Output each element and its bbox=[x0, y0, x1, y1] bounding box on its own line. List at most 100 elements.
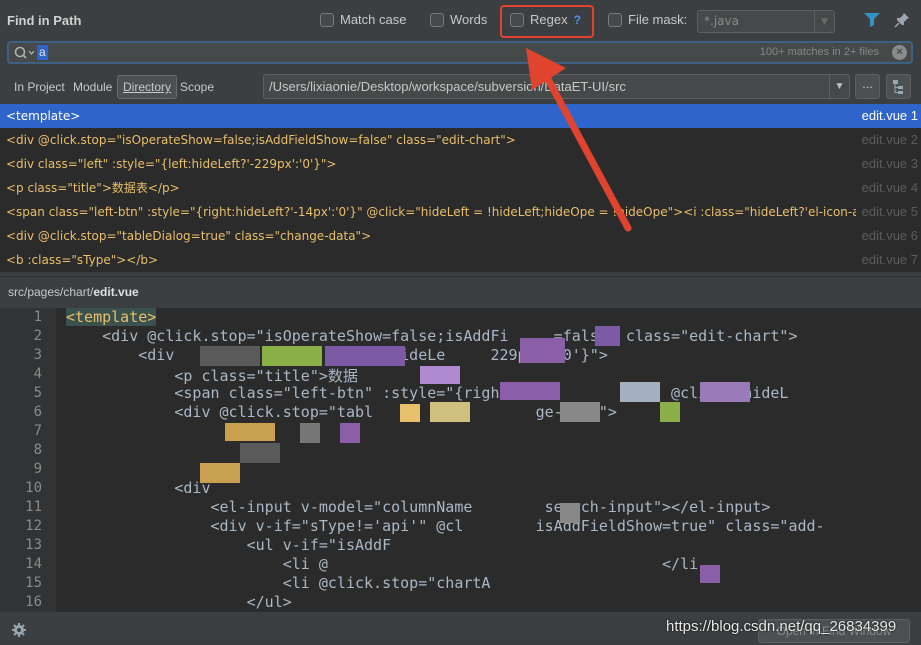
recursive-tree-button[interactable] bbox=[886, 74, 911, 99]
code-line: <ul v-if="isAddF bbox=[66, 536, 392, 554]
preview-file-bar: src/pages/chart/edit.vue bbox=[0, 276, 921, 308]
preview-path-file: edit.vue bbox=[93, 285, 139, 299]
line-number: 6 bbox=[33, 404, 42, 420]
watermark-text: https://blog.csdn.net/qq_26834399 bbox=[666, 618, 897, 635]
tab-directory[interactable]: Directory bbox=[117, 75, 178, 99]
line-number: 5 bbox=[33, 385, 42, 401]
gear-icon[interactable] bbox=[11, 622, 27, 638]
regex-annotation-box bbox=[500, 5, 594, 38]
find-footer: Open in Find Window https://blog.csdn.ne… bbox=[0, 612, 921, 645]
result-row[interactable]: <div @click.stop="tableDialog=true" clas… bbox=[0, 224, 921, 248]
code-line: <div v-if="sType!='api'" @cl isAddFieldS… bbox=[66, 517, 825, 535]
tab-scope-label: Scope bbox=[180, 80, 215, 94]
redaction-block bbox=[325, 346, 405, 366]
code-lines: <template> <div @click.stop="isOperateSh… bbox=[66, 308, 921, 612]
result-code: <div class="left" :style="{left:hideLeft… bbox=[6, 157, 337, 171]
redaction-block bbox=[420, 366, 460, 384]
line-number: 10 bbox=[25, 480, 42, 496]
result-file: edit.vue 1 bbox=[855, 104, 918, 128]
redaction-block bbox=[400, 404, 420, 422]
result-file: edit.vue 3 bbox=[855, 152, 918, 176]
tab-scope[interactable]: Scope bbox=[180, 80, 214, 94]
redaction-block bbox=[700, 382, 750, 402]
browse-button[interactable]: ... bbox=[855, 74, 880, 99]
result-row[interactable]: <p class="title">数据表</p> edit.vue 4 bbox=[0, 176, 921, 200]
line-number: 16 bbox=[25, 594, 42, 610]
result-row[interactable]: <template> edit.vue 1 bbox=[0, 104, 921, 128]
search-input[interactable]: a bbox=[37, 45, 48, 60]
result-file: edit.vue 7 bbox=[855, 248, 918, 272]
redaction-block bbox=[520, 338, 565, 363]
line-number: 15 bbox=[25, 575, 42, 591]
match-case-checkbox[interactable] bbox=[320, 12, 334, 27]
result-file: edit.vue 4 bbox=[855, 176, 918, 200]
result-row[interactable]: <span class="left-btn" :style="{right:hi… bbox=[0, 200, 921, 224]
file-mask-label: File mask: bbox=[628, 12, 688, 27]
match-count: 100+ matches in 2+ files bbox=[759, 46, 879, 58]
words-label: Words bbox=[450, 12, 488, 27]
result-code: <span class="left-btn" :style="{right:hi… bbox=[6, 205, 856, 219]
line-number: 7 bbox=[33, 423, 42, 439]
line-number-gutter: 1 2 3 4 5 6 7 8 9 10 11 12 13 14 15 16 bbox=[0, 308, 56, 612]
results-list: <template> edit.vue 1 <div @click.stop="… bbox=[0, 104, 921, 272]
words-option[interactable]: Words bbox=[430, 12, 487, 27]
chevron-down-icon[interactable]: ▼ bbox=[829, 75, 849, 98]
dialog-title: Find in Path bbox=[7, 13, 82, 28]
search-icon[interactable] bbox=[13, 45, 35, 61]
chevron-down-icon[interactable]: ▼ bbox=[814, 11, 834, 32]
redaction-block bbox=[560, 402, 600, 422]
clear-icon[interactable]: × bbox=[892, 45, 907, 60]
code-preview[interactable]: 1 2 3 4 5 6 7 8 9 10 11 12 13 14 15 16 <… bbox=[0, 308, 921, 612]
code-line: <li @ </li bbox=[66, 555, 699, 573]
match-case-label: Match case bbox=[340, 12, 407, 27]
scope-bar: In Project Module Directory Scope /Users… bbox=[0, 70, 921, 104]
line-number: 2 bbox=[33, 328, 42, 344]
code-line: <template> bbox=[66, 308, 157, 326]
redaction-block bbox=[240, 443, 280, 463]
file-mask-option[interactable]: File mask: bbox=[608, 12, 687, 27]
redaction-block bbox=[700, 565, 720, 583]
line-number: 8 bbox=[33, 442, 42, 458]
words-checkbox[interactable] bbox=[430, 12, 444, 27]
file-mask-input[interactable]: *.java ▼ bbox=[697, 10, 835, 33]
result-file: edit.vue 6 bbox=[855, 224, 918, 248]
pin-icon[interactable] bbox=[894, 12, 910, 28]
code-line: <li @click.stop="chartA bbox=[66, 574, 491, 592]
redaction-block bbox=[660, 402, 680, 422]
result-row[interactable]: <b :class="sType"></b> edit.vue 7 bbox=[0, 248, 921, 272]
redaction-block bbox=[620, 382, 660, 402]
tab-in-project[interactable]: In Project bbox=[14, 80, 65, 94]
result-code: <template> bbox=[6, 109, 81, 123]
redaction-block bbox=[500, 382, 560, 400]
redaction-block bbox=[262, 346, 322, 366]
result-code: <p class="title">数据表</p> bbox=[6, 181, 180, 195]
code-line: <span class="left-btn" :style="{right:hi… bbox=[66, 384, 789, 402]
directory-path-input[interactable]: /Users/lixiaonie/Desktop/workspace/subve… bbox=[263, 74, 850, 99]
find-header: Find in Path Match case Words Regex ? Fi… bbox=[0, 0, 921, 40]
code-line: <div bbox=[66, 479, 211, 497]
result-code: <div @click.stop="isOperateShow=false;is… bbox=[6, 133, 516, 147]
result-row[interactable]: <div class="left" :style="{left:hideLeft… bbox=[0, 152, 921, 176]
code-line: <p class="title">数据 bbox=[66, 367, 358, 385]
tab-module-label: Module bbox=[73, 80, 113, 94]
redaction-block bbox=[595, 326, 620, 346]
tab-module[interactable]: Module bbox=[73, 80, 112, 94]
code-line: <el-input v-model="columnName search-inp… bbox=[66, 498, 771, 516]
redaction-block bbox=[200, 463, 240, 483]
code-line: <div @click.stop="isOperateShow=false;is… bbox=[66, 327, 798, 345]
line-number: 3 bbox=[33, 347, 42, 363]
code-line: </ul> bbox=[66, 593, 292, 611]
file-mask-checkbox[interactable] bbox=[608, 12, 622, 27]
directory-path-value: /Users/lixiaonie/Desktop/workspace/subve… bbox=[269, 79, 626, 94]
line-number: 11 bbox=[25, 499, 42, 515]
match-case-option[interactable]: Match case bbox=[320, 12, 406, 27]
result-code: <b :class="sType"></b> bbox=[6, 253, 159, 267]
file-mask-placeholder: *.java bbox=[704, 14, 739, 28]
preview-path-prefix: src/pages/chart/ bbox=[8, 285, 94, 299]
filter-icon[interactable] bbox=[864, 13, 880, 27]
search-field[interactable]: a 100+ matches in 2+ files × bbox=[7, 41, 913, 64]
result-row[interactable]: <div @click.stop="isOperateShow=false;is… bbox=[0, 128, 921, 152]
tree-icon bbox=[893, 80, 903, 94]
line-number: 1 bbox=[33, 309, 42, 325]
line-number: 9 bbox=[33, 461, 42, 477]
